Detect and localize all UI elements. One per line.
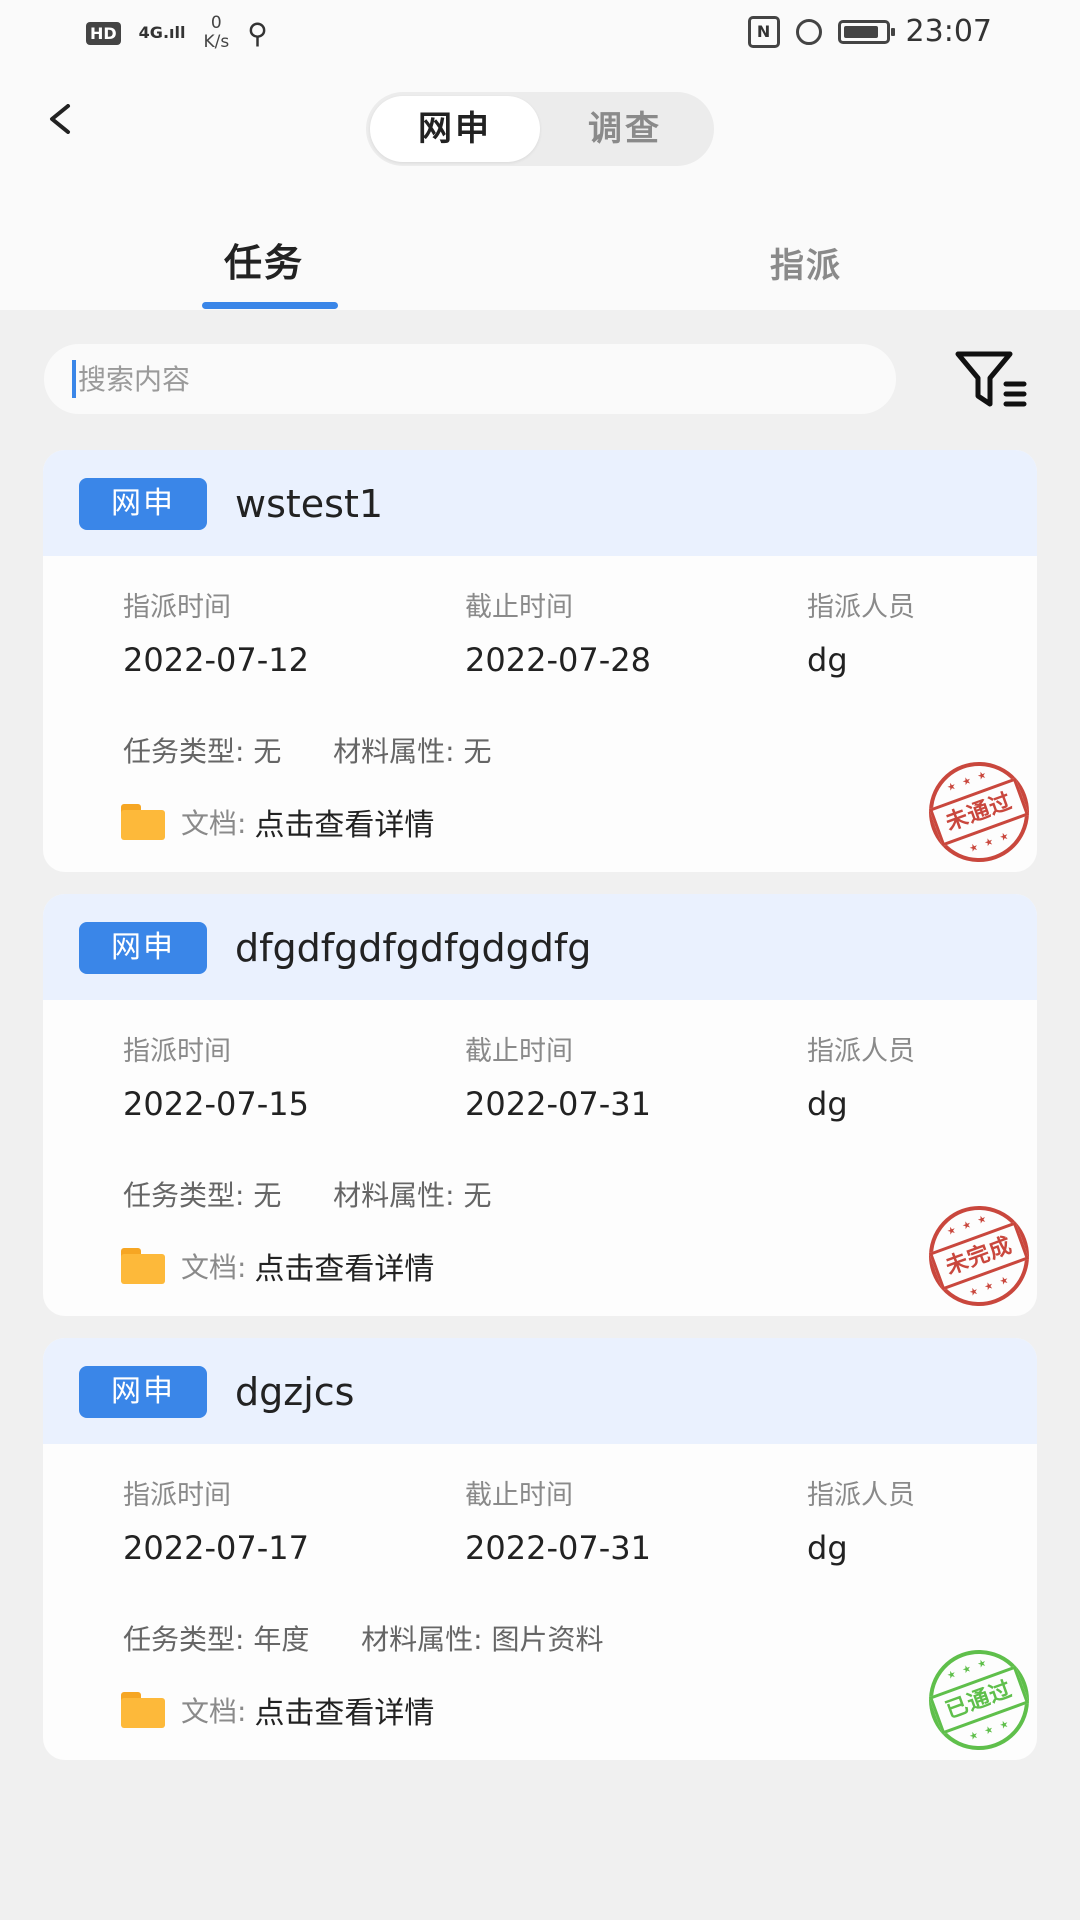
back-arrow-icon[interactable]	[44, 104, 74, 134]
assign-time-label: 指派时间	[123, 592, 231, 623]
signal-icon: 4G.ıll	[138, 23, 186, 42]
task-title: dfgdfgdfgdfgdgdfg	[235, 926, 592, 970]
task-card[interactable]: 网申 dfgdfgdfgdfgdgdfg 指派时间 2022-07-15 截止时…	[43, 894, 1037, 1316]
deadline-value: 2022-07-28	[465, 641, 651, 679]
task-card-header: 网申 dgzjcs	[43, 1338, 1037, 1444]
assignee-value: dg	[807, 641, 848, 679]
assign-time-field: 指派时间 2022-07-15	[123, 1034, 309, 1126]
document-detail-link[interactable]: 点击查看详情	[254, 1688, 434, 1732]
folder-icon	[121, 1248, 165, 1284]
tab-indicator	[202, 302, 338, 309]
task-title: wstest1	[235, 482, 384, 526]
deadline-label: 截止时间	[465, 1036, 573, 1067]
type-badge: 网申	[79, 922, 207, 974]
search-bar	[44, 344, 896, 414]
document-detail-link[interactable]: 点击查看详情	[254, 800, 434, 844]
alarm-icon	[795, 18, 822, 45]
document-row: 文档: 点击查看详情	[121, 1688, 434, 1732]
assignee-label: 指派人员	[807, 592, 915, 623]
status-stamp-text: 已通过	[928, 1665, 1030, 1735]
deadline-field: 截止时间 2022-07-31	[465, 1478, 651, 1570]
task-type-label: 任务类型:	[123, 735, 245, 768]
document-label: 文档:	[181, 807, 247, 840]
task-card-header: 网申 dfgdfgdfgdfgdgdfg	[43, 894, 1037, 1000]
material-value: 无	[463, 735, 492, 768]
assign-time-field: 指派时间 2022-07-17	[123, 1478, 309, 1570]
tab-assign[interactable]: 指派	[770, 238, 842, 287]
deadline-value: 2022-07-31	[465, 1529, 651, 1567]
assign-time-label: 指派时间	[123, 1480, 231, 1511]
nfc-icon: N	[747, 15, 780, 48]
task-type-value: 无	[253, 1179, 282, 1212]
type-badge: 网申	[79, 1366, 207, 1418]
assignee-field: 指派人员 dg	[807, 1034, 915, 1126]
status-stamp: 未完成	[914, 1191, 1037, 1316]
status-stamp: 已通过	[914, 1635, 1037, 1760]
material-label: 材料属性:	[361, 1623, 483, 1656]
folder-icon	[121, 1692, 165, 1728]
search-input[interactable]	[78, 344, 858, 414]
material-label: 材料属性:	[333, 1179, 455, 1212]
deadline-value: 2022-07-31	[465, 1085, 651, 1123]
material-label: 材料属性:	[333, 735, 455, 768]
segment-control: 网申 调查	[366, 92, 714, 166]
document-detail-link[interactable]: 点击查看详情	[254, 1244, 434, 1288]
document-row: 文档: 点击查看详情	[121, 800, 434, 844]
task-type-value: 无	[253, 735, 282, 768]
net-speed: 0 K/s	[203, 13, 230, 52]
clock: 23:07	[905, 14, 992, 49]
assign-time-label: 指派时间	[123, 1036, 231, 1067]
assign-time-value: 2022-07-17	[123, 1529, 309, 1567]
deadline-field: 截止时间 2022-07-31	[465, 1034, 651, 1126]
material-value: 无	[463, 1179, 492, 1212]
tab-task[interactable]: 任务	[224, 232, 304, 287]
type-badge: 网申	[79, 478, 207, 530]
status-stamp-text: 未通过	[928, 777, 1030, 847]
task-title: dgzjcs	[235, 1370, 355, 1414]
segment-online-apply[interactable]: 网申	[370, 96, 540, 162]
usb-icon: ⚲	[247, 16, 268, 50]
task-type-label: 任务类型:	[123, 1179, 245, 1212]
task-meta: 任务类型: 无 材料属性: 无	[123, 1176, 492, 1216]
assignee-field: 指派人员 dg	[807, 590, 915, 682]
assign-time-field: 指派时间 2022-07-12	[123, 590, 309, 682]
text-cursor	[72, 360, 76, 398]
deadline-label: 截止时间	[465, 1480, 573, 1511]
assignee-field: 指派人员 dg	[807, 1478, 915, 1570]
assignee-label: 指派人员	[807, 1036, 915, 1067]
task-meta: 任务类型: 无 材料属性: 无	[123, 732, 492, 772]
assign-time-value: 2022-07-15	[123, 1085, 309, 1123]
material-value: 图片资料	[491, 1623, 604, 1656]
document-label: 文档:	[181, 1695, 247, 1728]
deadline-label: 截止时间	[465, 592, 573, 623]
task-type-value: 年度	[253, 1623, 310, 1656]
status-stamp: 未通过	[914, 747, 1037, 872]
assignee-value: dg	[807, 1529, 848, 1567]
task-type-label: 任务类型:	[123, 1623, 245, 1656]
segment-survey[interactable]: 调查	[540, 96, 710, 162]
document-row: 文档: 点击查看详情	[121, 1244, 434, 1288]
status-stamp-text: 未完成	[928, 1221, 1030, 1291]
hd-icon: HD	[86, 21, 121, 45]
assignee-label: 指派人员	[807, 1480, 915, 1511]
document-label: 文档:	[181, 1251, 247, 1284]
deadline-field: 截止时间 2022-07-28	[465, 590, 651, 682]
status-bar: HD 4G.ıll 0 K/s ⚲ N 23:07	[0, 0, 1080, 70]
assign-time-value: 2022-07-12	[123, 641, 309, 679]
folder-icon	[121, 804, 165, 840]
filter-icon[interactable]	[954, 348, 1030, 412]
battery-icon	[837, 19, 895, 44]
assignee-value: dg	[807, 1085, 848, 1123]
task-card-header: 网申 wstest1	[43, 450, 1037, 556]
task-card[interactable]: 网申 dgzjcs 指派时间 2022-07-17 截止时间 2022-07-3…	[43, 1338, 1037, 1760]
task-card[interactable]: 网申 wstest1 指派时间 2022-07-12 截止时间 2022-07-…	[43, 450, 1037, 872]
task-meta: 任务类型: 年度 材料属性: 图片资料	[123, 1620, 604, 1660]
